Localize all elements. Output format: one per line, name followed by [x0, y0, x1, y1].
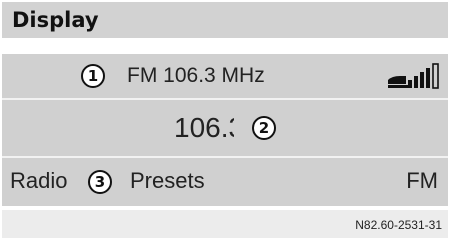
radio-display-screen: 1 FM 106.3 MHz 106.3 2 Radio 3 Presets F… — [2, 54, 448, 206]
menu-item-radio[interactable]: Radio — [10, 168, 67, 194]
status-frequency-label: FM 106.3 MHz — [127, 64, 265, 87]
menu-item-presets[interactable]: Presets — [130, 168, 205, 194]
callout-2: 2 — [252, 116, 276, 140]
display-header: Display — [2, 2, 448, 38]
figure-code: N82.60-2531-31 — [355, 218, 442, 232]
frequency-row: 106.3 2 — [2, 100, 448, 156]
status-row: 1 FM 106.3 MHz — [2, 54, 448, 98]
signal-strength-icon — [388, 63, 439, 89]
figure-footer: N82.60-2531-31 — [2, 210, 448, 238]
header-title: Display — [12, 8, 99, 32]
menu-item-fm[interactable]: FM — [406, 168, 438, 194]
callout-3: 3 — [88, 170, 112, 194]
menu-row: Radio 3 Presets FM — [2, 158, 448, 206]
callout-1: 1 — [81, 64, 105, 88]
